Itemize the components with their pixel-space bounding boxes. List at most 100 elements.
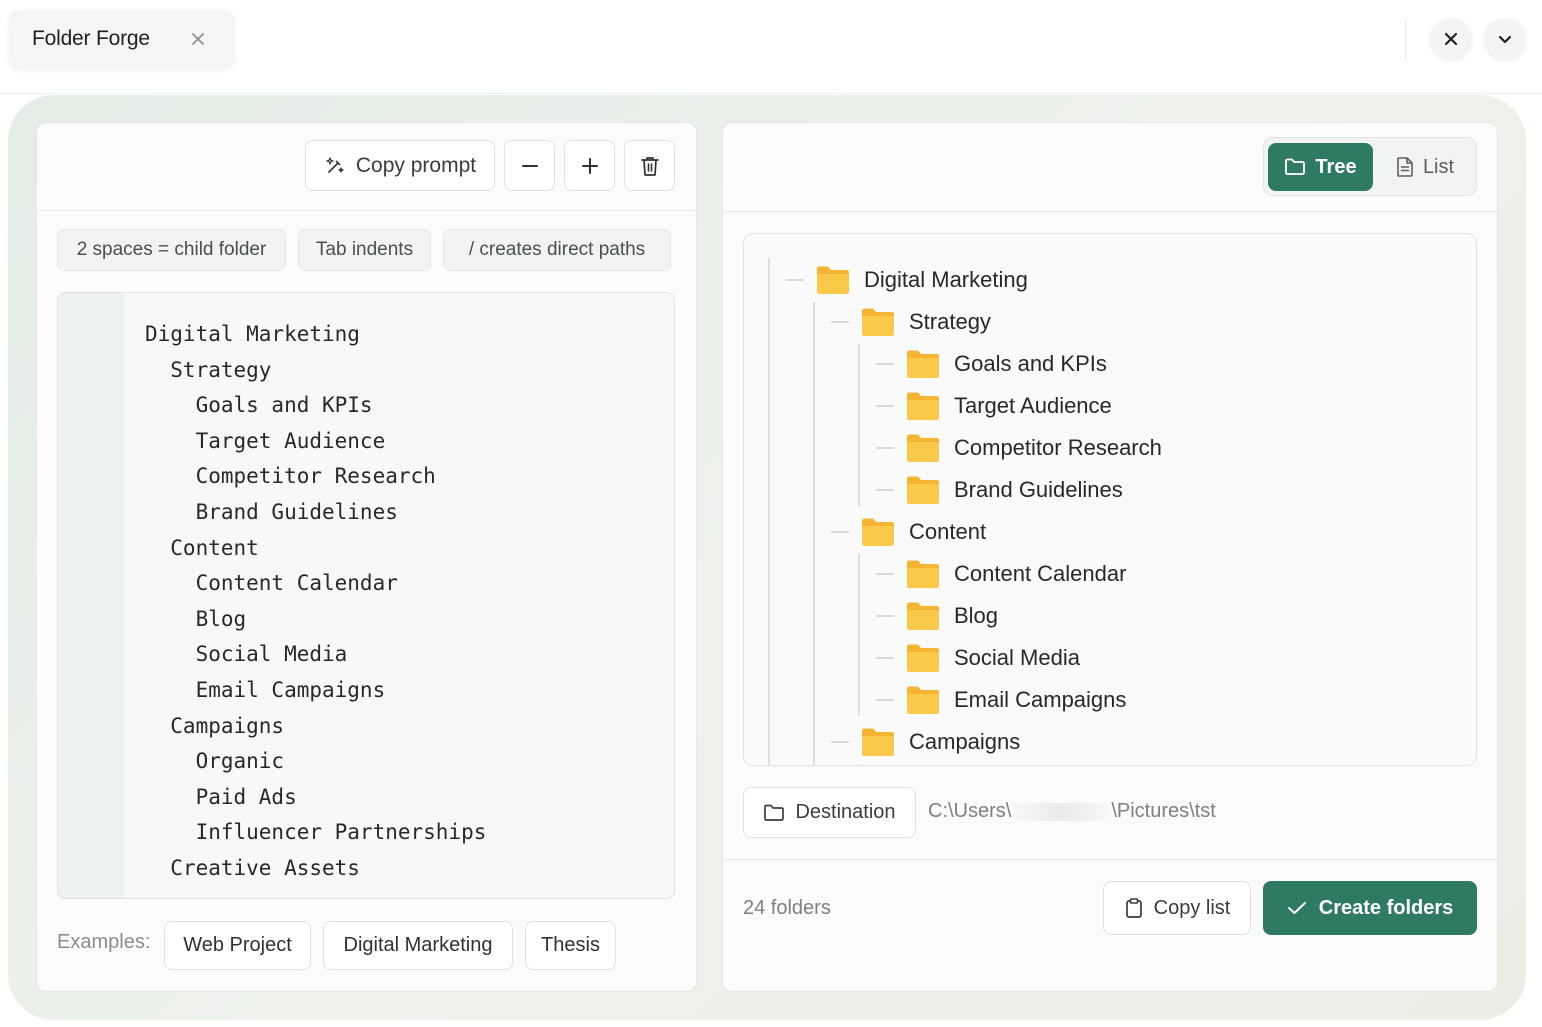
tab-list-label: List xyxy=(1422,155,1455,178)
create-folders-button[interactable]: Create folders xyxy=(1263,881,1477,935)
tree-node[interactable]: Strategy xyxy=(831,301,991,343)
editor-line: Goals and KPIs xyxy=(145,393,373,418)
app-tab[interactable]: Folder Forge xyxy=(9,10,234,68)
tree-guide-line-level1 xyxy=(813,302,815,765)
folder-icon xyxy=(907,560,939,588)
tree-node-label: Content Calendar xyxy=(954,561,1127,586)
editor-line: Campaigns xyxy=(145,713,285,738)
editor-line: Target Audience xyxy=(145,428,386,453)
tree-node[interactable]: Campaigns xyxy=(831,721,1020,763)
editor-line: Creative Assets xyxy=(145,855,360,880)
tree-node[interactable]: Target Audience xyxy=(876,385,1112,427)
tree-connector xyxy=(876,615,894,617)
editor-line: Strategy xyxy=(145,357,272,382)
example-digital-marketing-button[interactable]: Digital Marketing xyxy=(323,921,513,970)
check-icon xyxy=(1287,902,1306,914)
folder-icon xyxy=(862,728,894,756)
tab-close-icon[interactable] xyxy=(185,26,211,52)
tree-guide-line-content xyxy=(858,554,860,716)
folder-icon xyxy=(764,804,785,821)
copy-prompt-button[interactable]: Copy prompt xyxy=(305,140,495,191)
example-web-project-button[interactable]: Web Project xyxy=(164,921,311,970)
collapse-button[interactable] xyxy=(504,140,555,191)
folder-icon xyxy=(907,644,939,672)
create-folders-label: Create folders xyxy=(1318,896,1454,919)
tree-node[interactable]: Competitor Research xyxy=(876,427,1162,469)
folder-icon xyxy=(862,308,894,336)
destination-path-end: \Pictures\tst xyxy=(1111,800,1216,822)
tab-tree[interactable]: Tree xyxy=(1268,143,1373,191)
tree-node[interactable]: Social Media xyxy=(876,637,1080,679)
tree-node[interactable]: Content Calendar xyxy=(876,553,1126,595)
tree-connector xyxy=(876,447,894,449)
editor-toolbar-divider xyxy=(37,210,696,211)
folder-icon xyxy=(817,266,849,294)
editor-line: Digital Marketing xyxy=(145,322,360,346)
copy-list-button[interactable]: Copy list xyxy=(1103,881,1251,935)
plus-icon xyxy=(581,157,598,174)
tab-tree-label: Tree xyxy=(1315,155,1357,178)
window-menu-button[interactable] xyxy=(1484,18,1526,60)
editor-gutter xyxy=(58,293,124,898)
trash-icon xyxy=(640,156,659,176)
editor-line: Influencer Partnerships xyxy=(145,820,487,845)
destination-button[interactable]: Destination xyxy=(743,787,916,838)
tree-node[interactable]: Digital Marketing xyxy=(786,259,1028,301)
tree-node[interactable]: Goals and KPIs xyxy=(876,343,1107,385)
tree-node[interactable]: Blog xyxy=(876,595,998,637)
tree-connector xyxy=(876,657,894,659)
editor-line: Social Media xyxy=(145,642,348,667)
tree-node-label: Campaigns xyxy=(909,729,1021,754)
folder-icon xyxy=(907,350,939,378)
window-close-button[interactable] xyxy=(1430,18,1472,60)
tree-connector xyxy=(831,321,849,323)
title-separator xyxy=(1405,20,1406,60)
tree-node[interactable]: Brand Guidelines xyxy=(876,469,1123,511)
clear-button[interactable] xyxy=(624,140,675,191)
document-icon xyxy=(1397,157,1413,177)
editor-text[interactable]: Digital Marketing Strategy Goals and KPI… xyxy=(145,317,664,887)
chevron-down-icon xyxy=(1498,35,1512,44)
tree-guide-line-strategy xyxy=(858,344,860,506)
tree-guide-line-campaigns xyxy=(858,764,860,765)
tab-list[interactable]: List xyxy=(1380,143,1470,191)
folder-icon xyxy=(1285,158,1306,175)
folder-structure-editor[interactable]: Digital Marketing Strategy Goals and KPI… xyxy=(57,292,675,899)
tree-guide-line-root xyxy=(768,258,770,765)
examples-label: Examples: xyxy=(57,931,151,953)
tree-node-label: Email Campaigns xyxy=(954,687,1127,712)
folder-icon xyxy=(907,602,939,630)
expand-button[interactable] xyxy=(564,140,615,191)
hint-chip-indent: 2 spaces = child folder xyxy=(57,229,286,271)
tab-title: Folder Forge xyxy=(32,27,150,50)
hint-chip-tab: Tab indents xyxy=(298,229,431,271)
example-thesis-button[interactable]: Thesis xyxy=(525,921,616,970)
tree-view[interactable]: Digital Marketing Strategy Goals and KPIs T… xyxy=(743,233,1477,766)
tree-connector xyxy=(831,741,849,743)
folder-icon xyxy=(907,434,939,462)
clipboard-icon xyxy=(1125,898,1142,918)
editor-line: Blog xyxy=(145,606,247,631)
destination-label: Destination xyxy=(795,801,896,823)
preview-toolbar-divider xyxy=(723,211,1497,212)
minus-icon xyxy=(521,164,538,167)
tree-node-label: Target Audience xyxy=(954,393,1112,418)
tree-node[interactable]: Email Campaigns xyxy=(876,679,1126,721)
tree-connector xyxy=(876,363,894,365)
destination-path-start: C:\Users\ xyxy=(928,800,1012,822)
editor-line: Paid Ads xyxy=(145,784,297,809)
close-icon xyxy=(1444,32,1458,46)
folder-count: 24 folders xyxy=(743,897,831,919)
title-bar: Folder Forge xyxy=(0,0,1542,80)
tree-connector xyxy=(876,489,894,491)
sparkles-icon xyxy=(326,156,344,173)
tree-connector xyxy=(876,405,894,407)
redacted-username xyxy=(1011,802,1112,821)
copy-prompt-label: Copy prompt xyxy=(355,153,477,177)
copy-list-label: Copy list xyxy=(1153,896,1231,919)
tree-node[interactable]: Content xyxy=(831,511,986,553)
editor-line: Content Calendar xyxy=(145,571,398,596)
folder-icon xyxy=(862,518,894,546)
tree-connector xyxy=(831,531,849,533)
folder-icon xyxy=(907,476,939,504)
